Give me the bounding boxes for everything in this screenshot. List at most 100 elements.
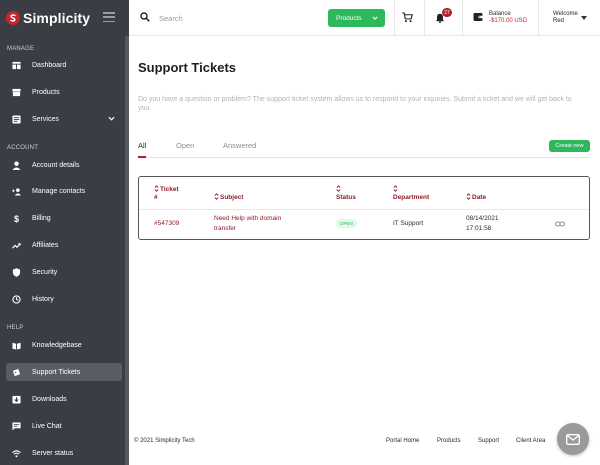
hamburger-icon[interactable] <box>103 12 115 22</box>
brand-name: Simplicity <box>23 10 91 26</box>
sidebar-item-label: Manage contacts <box>32 187 86 195</box>
dollar-icon: $ <box>12 214 21 223</box>
sidebar-item-label: Server status <box>32 449 74 457</box>
sidebar-item-label: History <box>32 295 54 303</box>
sidebar-item-label: Support Tickets <box>32 368 81 376</box>
sidebar-item-dashboard[interactable]: Dashboard <box>6 56 122 74</box>
sidebar-item-label: Live Chat <box>32 422 62 430</box>
footer-link-support[interactable]: Support <box>478 438 499 444</box>
footer-link-client-area[interactable]: Client Area <box>516 438 545 444</box>
sort-icon <box>466 193 471 200</box>
sidebar-item-products[interactable]: Products <box>6 83 122 101</box>
sidebar-item-knowledgebase[interactable]: Knowledgebase <box>6 336 122 354</box>
ticket-date-line: 08/14/2021 <box>466 215 499 222</box>
sidebar-item-manage-contacts[interactable]: Manage contacts <box>6 182 122 200</box>
tickets-table: Ticket # Subject Status Department Date … <box>138 176 590 240</box>
cart-icon[interactable] <box>402 12 413 23</box>
column-header-date[interactable]: Date <box>466 193 486 202</box>
box-icon <box>12 88 21 97</box>
contacts-icon <box>12 187 21 196</box>
sidebar-item-affiliates[interactable]: Affiliates <box>6 236 122 254</box>
sidebar-item-billing[interactable]: $ Billing <box>6 209 122 227</box>
footer-link-products[interactable]: Products <box>437 438 461 444</box>
products-button-label: Products <box>336 14 362 22</box>
sort-icon <box>393 185 398 192</box>
column-header-label: Department <box>393 194 430 201</box>
ticket-subject-link[interactable]: Need Help with domain transfer <box>214 214 281 234</box>
column-header-subject[interactable]: Subject <box>214 193 243 202</box>
sidebar-item-label: Account details <box>32 161 80 169</box>
shield-icon <box>12 267 21 277</box>
sidebar-item-label: Knowledgebase <box>32 341 82 349</box>
ticket-time-line: 17:01:58 <box>466 225 492 232</box>
envelope-icon <box>566 433 580 445</box>
sidebar-item-live-chat[interactable]: Live Chat <box>6 417 122 435</box>
column-header-label: Ticket <box>160 186 179 193</box>
ticket-number-link[interactable]: #547309 <box>154 219 179 229</box>
sidebar-item-label: Affiliates <box>32 241 59 249</box>
trend-icon <box>12 241 21 250</box>
column-header-label: Subject <box>220 194 244 201</box>
sidebar-item-label: Downloads <box>32 395 67 403</box>
ticket-icon <box>12 368 21 377</box>
sort-icon <box>214 193 219 200</box>
book-icon <box>12 341 21 350</box>
download-icon <box>12 395 21 404</box>
column-header-status[interactable]: Status <box>336 185 356 202</box>
sidebar: Simplicity Manage Dashboard Products Ser… <box>0 0 129 465</box>
footer-link-portal-home[interactable]: Portal Home <box>386 438 419 444</box>
services-icon <box>12 114 21 124</box>
tab-answered[interactable]: Answered <box>223 141 256 158</box>
ticket-department: IT Support <box>393 220 424 227</box>
balance-label: Balance <box>489 11 511 17</box>
sort-icon <box>336 185 341 192</box>
history-icon <box>12 294 21 304</box>
user-name[interactable]: Red <box>553 18 564 24</box>
sidebar-item-security[interactable]: Security <box>6 263 122 281</box>
status-badge: OPEN <box>336 219 357 228</box>
page-title: Support Tickets <box>138 60 237 75</box>
brand: Simplicity <box>0 0 129 36</box>
svg-text:$: $ <box>14 214 19 223</box>
column-header-label: Status <box>336 194 356 201</box>
user-menu-caret-icon[interactable] <box>581 16 587 20</box>
sidebar-item-history[interactable]: History <box>6 290 122 308</box>
sidebar-item-label: Security <box>32 268 58 276</box>
section-account: Account <box>7 145 39 151</box>
ticket-subject-line: Need Help with domain <box>214 215 282 222</box>
search-input[interactable] <box>159 10 309 26</box>
sidebar-scrollbar[interactable] <box>125 36 129 465</box>
header-divider <box>394 0 395 36</box>
tab-all[interactable]: All <box>138 141 147 158</box>
header-divider <box>538 0 539 36</box>
live-chat-button[interactable] <box>557 423 589 455</box>
ticket-date: 08/14/2021 17:01:58 <box>466 214 499 234</box>
sidebar-item-support-tickets[interactable]: Support Tickets <box>6 363 122 381</box>
dashboard-icon <box>12 61 21 70</box>
create-ticket-button[interactable]: Create new <box>549 140 590 152</box>
section-manage: Manage <box>7 46 35 52</box>
products-dropdown-button[interactable]: Products <box>328 9 385 27</box>
wifi-icon <box>12 449 21 458</box>
ticket-subject-line: transfer <box>214 225 237 232</box>
sidebar-item-server-status[interactable]: Server status <box>6 444 122 462</box>
user-icon <box>12 160 21 170</box>
header-divider <box>424 0 425 36</box>
sidebar-item-label: Services <box>32 115 59 123</box>
balance-value: -$170.00 USD <box>489 18 528 24</box>
sidebar-item-services[interactable]: Services <box>6 110 122 128</box>
tab-open[interactable]: Open <box>176 141 194 158</box>
top-header: Products 27 Balance -$170.00 USD Welcome… <box>129 0 600 36</box>
sidebar-item-account-details[interactable]: Account details <box>6 156 122 174</box>
sidebar-item-label: Dashboard <box>32 61 67 69</box>
footer-copyright: © 2021 Simplicity Tech <box>134 438 195 444</box>
column-header-ticket[interactable]: Ticket # <box>154 185 179 202</box>
chevron-down-icon <box>372 16 378 20</box>
column-header-department[interactable]: Department <box>393 185 429 202</box>
link-icon[interactable] <box>555 220 565 228</box>
page-description: Do you have a question or problem? The s… <box>138 96 572 112</box>
sidebar-item-downloads[interactable]: Downloads <box>6 390 122 408</box>
column-header-label: Date <box>472 194 487 201</box>
sort-icon <box>154 185 159 192</box>
table-divider <box>139 209 589 210</box>
